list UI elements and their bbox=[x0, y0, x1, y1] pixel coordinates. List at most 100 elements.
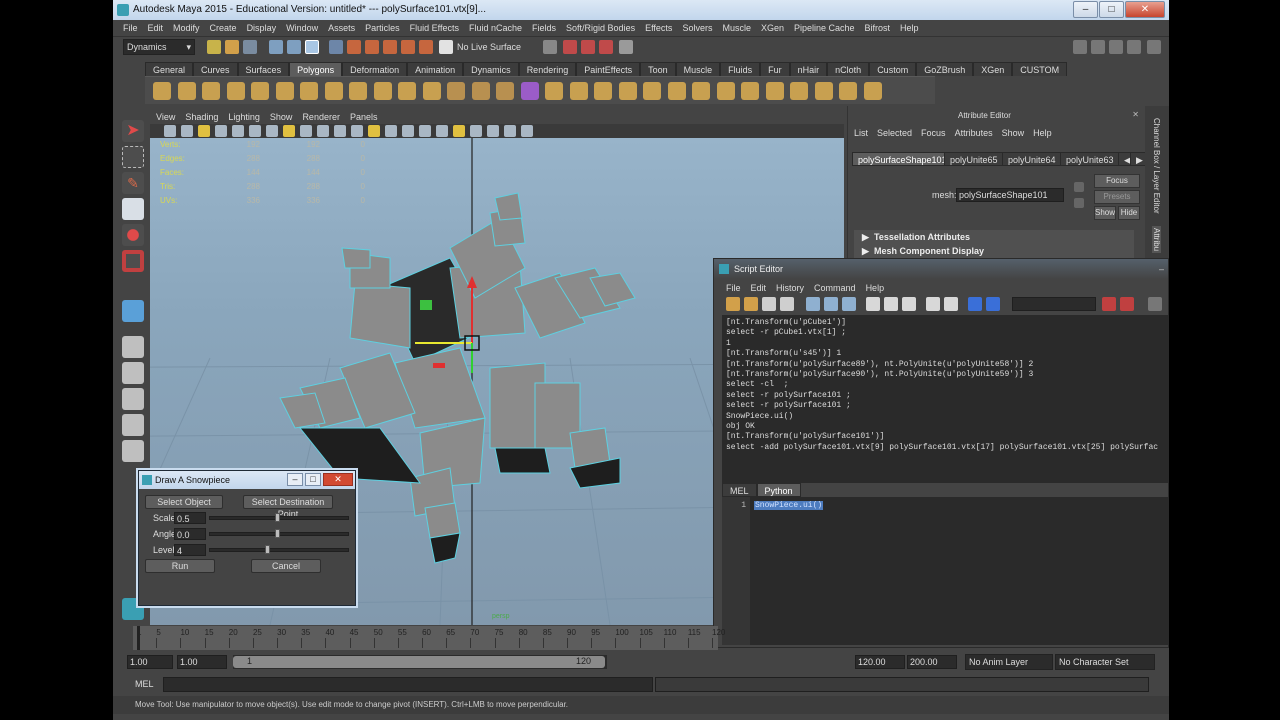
render-settings-icon[interactable] bbox=[599, 40, 613, 54]
viewport-tool-9-icon[interactable] bbox=[317, 125, 329, 137]
script-tab-mel[interactable]: MEL bbox=[722, 483, 757, 497]
viewport-tool-10-icon[interactable] bbox=[334, 125, 346, 137]
menu-pipeline-cache[interactable]: Pipeline Cache bbox=[794, 23, 855, 33]
shelf-tab-rendering[interactable]: Rendering bbox=[518, 62, 577, 76]
shelf-tab-fur[interactable]: Fur bbox=[760, 62, 790, 76]
close-button[interactable]: ✕ bbox=[1125, 1, 1165, 18]
menu-window[interactable]: Window bbox=[286, 23, 318, 33]
ae-menu-help[interactable]: Help bbox=[1033, 128, 1052, 138]
menu-effects[interactable]: Effects bbox=[645, 23, 672, 33]
shelf-plane-icon[interactable] bbox=[251, 82, 269, 100]
shelf-soccer-ball-icon[interactable] bbox=[398, 82, 416, 100]
four-pane-layout-icon[interactable] bbox=[122, 362, 144, 384]
shelf-tab-fluids[interactable]: Fluids bbox=[720, 62, 761, 76]
ae-menu-show[interactable]: Show bbox=[1002, 128, 1025, 138]
panel-close-icon[interactable]: ✕ bbox=[1132, 110, 1139, 119]
shelf-prism-icon[interactable] bbox=[300, 82, 318, 100]
ae-menu-selected[interactable]: Selected bbox=[877, 128, 912, 138]
minimize-button[interactable]: – bbox=[1073, 1, 1098, 18]
menu-help[interactable]: Help bbox=[900, 23, 919, 33]
script-input-pane[interactable]: 1 SnowPiece.ui() bbox=[722, 497, 1169, 645]
select-destination-button[interactable]: Select Destination Point bbox=[243, 495, 333, 519]
level-field[interactable]: 4 bbox=[174, 544, 206, 556]
script-menu-help[interactable]: Help bbox=[866, 283, 885, 293]
snap-grid-icon[interactable] bbox=[347, 40, 361, 54]
viewport-menu-renderer[interactable]: Renderer bbox=[302, 110, 340, 124]
viewport-tool-19-icon[interactable] bbox=[487, 125, 499, 137]
persp-graph-layout-icon[interactable] bbox=[122, 440, 144, 462]
shelf-pyramid-icon[interactable] bbox=[324, 82, 343, 100]
script-tab-python[interactable]: Python bbox=[756, 483, 801, 497]
shelf-sphere-icon[interactable] bbox=[153, 82, 171, 100]
select-component-icon[interactable] bbox=[305, 40, 319, 54]
shelf-combine-icon[interactable] bbox=[447, 82, 465, 100]
viewport-tool-6-icon[interactable] bbox=[266, 125, 278, 137]
script-menu-command[interactable]: Command bbox=[814, 283, 856, 293]
script-menu-edit[interactable]: Edit bbox=[751, 283, 767, 293]
menu-soft-rigid-bodies[interactable]: Soft/Rigid Bodies bbox=[566, 23, 635, 33]
maximize-button[interactable]: □ bbox=[1099, 1, 1124, 18]
select-hierarchy-icon[interactable] bbox=[269, 40, 283, 54]
lasso-tool-icon[interactable] bbox=[122, 146, 144, 168]
clear-history-icon[interactable] bbox=[806, 297, 820, 311]
persp-outliner-layout-icon[interactable] bbox=[122, 414, 144, 436]
history-icon[interactable] bbox=[543, 40, 557, 54]
shelf-tab-nhair[interactable]: nHair bbox=[789, 62, 828, 76]
last-tool-icon[interactable] bbox=[122, 300, 144, 322]
scale-tool-icon[interactable] bbox=[122, 250, 144, 272]
shelf-mirror-geometry-icon[interactable] bbox=[594, 82, 612, 100]
character-set-dropdown[interactable]: No Character Set bbox=[1055, 654, 1155, 670]
single-pane-layout-icon[interactable] bbox=[122, 336, 144, 358]
viewport-menu-shading[interactable]: Shading bbox=[185, 110, 218, 124]
end-time-field[interactable]: 200.00 bbox=[907, 655, 957, 669]
live-surface-icon[interactable] bbox=[439, 40, 453, 54]
new-scene-icon[interactable] bbox=[207, 40, 221, 54]
save-script-icon[interactable] bbox=[762, 297, 776, 311]
range-slider-handle[interactable]: 1 120 bbox=[233, 656, 605, 668]
input-only-icon[interactable] bbox=[884, 297, 898, 311]
shelf-extrude-icon[interactable] bbox=[643, 82, 661, 100]
dialog-close-button[interactable]: ✕ bbox=[323, 473, 353, 486]
tool-settings-toggle-icon[interactable] bbox=[1147, 40, 1161, 54]
script-history-pane[interactable]: [nt.Transform(u'pCube1')] select -r pCube… bbox=[722, 315, 1169, 483]
viewport-menu-show[interactable]: Show bbox=[270, 110, 293, 124]
run-button[interactable]: Run bbox=[145, 559, 215, 573]
menu-assets[interactable]: Assets bbox=[328, 23, 355, 33]
shelf-tab-gozbrush[interactable]: GoZBrush bbox=[916, 62, 974, 76]
ae-menu-attributes[interactable]: Attributes bbox=[955, 128, 993, 138]
paint-select-tool-icon[interactable]: ✎ bbox=[122, 172, 144, 194]
viewport-menu-view[interactable]: View bbox=[156, 110, 175, 124]
search-up-icon[interactable] bbox=[1120, 297, 1134, 311]
shelf-platonic-icon[interactable] bbox=[422, 82, 441, 100]
shelf-fill-hole-icon[interactable] bbox=[716, 82, 735, 100]
menu-modify[interactable]: Modify bbox=[173, 23, 200, 33]
viewport-tool-21-icon[interactable] bbox=[521, 125, 533, 137]
shelf-split-icon[interactable] bbox=[741, 82, 759, 100]
sidebar-toggle-icon[interactable] bbox=[1073, 40, 1087, 54]
shelf-insert-edge-loop-icon[interactable] bbox=[765, 82, 784, 100]
move-tool-icon[interactable] bbox=[122, 198, 144, 220]
viewport-tool-18-icon[interactable] bbox=[470, 125, 482, 137]
shelf-add-divisions-icon[interactable] bbox=[814, 82, 833, 100]
source-script-icon[interactable] bbox=[744, 297, 758, 311]
search-down-icon[interactable] bbox=[1102, 297, 1116, 311]
render-frame-icon[interactable] bbox=[563, 40, 577, 54]
menu-create[interactable]: Create bbox=[210, 23, 237, 33]
level-slider-handle[interactable] bbox=[265, 545, 271, 554]
menuset-dropdown[interactable]: Dynamics ▾ bbox=[123, 39, 195, 55]
shelf-cylinder-icon[interactable] bbox=[202, 82, 220, 100]
shelf-bridge-icon[interactable] bbox=[667, 82, 686, 100]
angle-field[interactable]: 0.0 bbox=[174, 528, 206, 540]
current-time-marker[interactable] bbox=[137, 626, 140, 650]
ae-tab-polysurfaceshape101[interactable]: polySurfaceShape101 bbox=[852, 152, 953, 166]
shelf-tab-ncloth[interactable]: nCloth bbox=[827, 62, 870, 76]
open-script-icon[interactable] bbox=[726, 297, 740, 311]
viewport-tool-7-icon[interactable] bbox=[283, 125, 295, 137]
scale-slider-handle[interactable] bbox=[275, 513, 280, 522]
menu-muscle[interactable]: Muscle bbox=[722, 23, 751, 33]
shelf-helix-icon[interactable] bbox=[373, 82, 392, 100]
menu-fluid-ncache[interactable]: Fluid nCache bbox=[469, 23, 522, 33]
shelf-bevel-icon[interactable] bbox=[839, 82, 857, 100]
shelf-merge-icon[interactable] bbox=[863, 82, 882, 100]
focus-button[interactable]: Focus bbox=[1094, 174, 1140, 188]
